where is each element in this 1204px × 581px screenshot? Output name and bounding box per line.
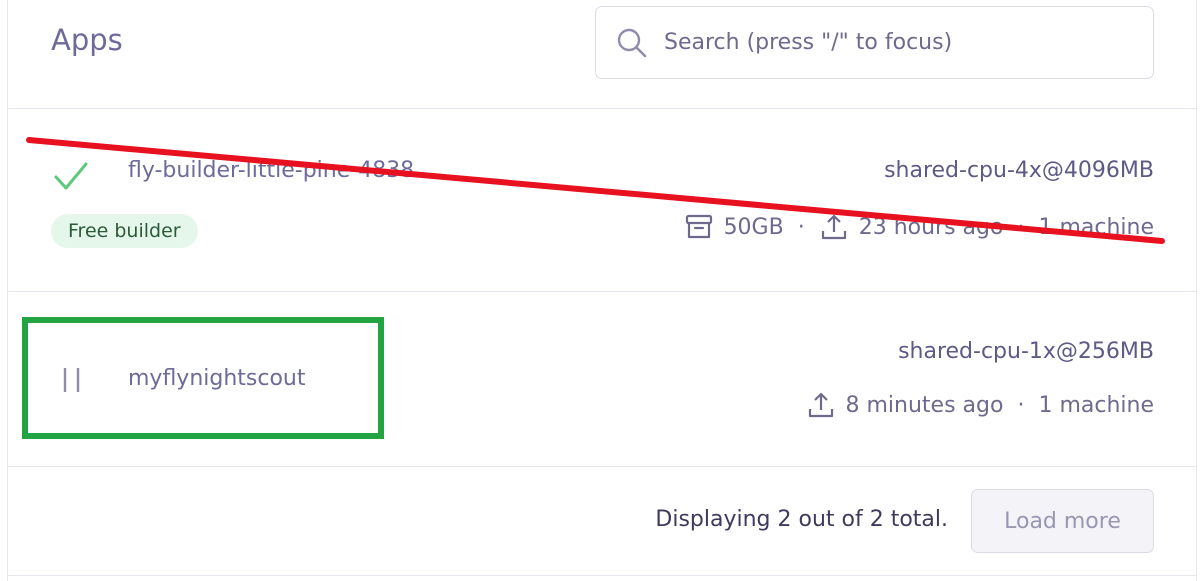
pagination-summary: Displaying 2 out of 2 total.	[655, 507, 948, 532]
search-input[interactable]	[664, 7, 1134, 77]
apps-panel: Apps fly-builder-little-pine-4838 shared…	[7, 0, 1197, 581]
machine-count: 1 machine	[1038, 392, 1154, 418]
app-meta: 8 minutes ago · 1 machine	[806, 390, 1154, 420]
check-icon	[54, 162, 88, 190]
machine-type: shared-cpu-1x@256MB	[898, 339, 1154, 364]
archive-icon	[685, 214, 712, 239]
upload-icon	[821, 214, 846, 240]
upload-icon	[808, 392, 833, 418]
apps-footer: Displaying 2 out of 2 total. Load more	[8, 467, 1196, 576]
page-title: Apps	[51, 23, 123, 57]
deployed-time: 23 hours ago	[858, 214, 1004, 240]
deployed-time: 8 minutes ago	[845, 392, 1004, 418]
apps-header: Apps	[8, 0, 1196, 109]
app-row-fly-builder[interactable]: fly-builder-little-pine-4838 shared-cpu-…	[8, 109, 1196, 292]
highlight-box-annotation	[22, 317, 384, 439]
separator-dot: ·	[797, 214, 805, 240]
app-meta: 50GB · 23 hours ago · 1 machine	[684, 212, 1154, 242]
machine-type: shared-cpu-4x@4096MB	[884, 158, 1154, 183]
search-box[interactable]	[595, 6, 1154, 79]
search-icon	[617, 28, 647, 58]
app-name-link[interactable]: fly-builder-little-pine-4838	[128, 158, 414, 183]
machine-count: 1 machine	[1038, 214, 1154, 240]
separator-dot: ·	[1017, 392, 1025, 418]
free-builder-badge: Free builder	[51, 214, 198, 248]
volume-size: 50GB	[723, 214, 784, 240]
separator-dot: ·	[1017, 214, 1025, 240]
load-more-button[interactable]: Load more	[971, 489, 1154, 553]
